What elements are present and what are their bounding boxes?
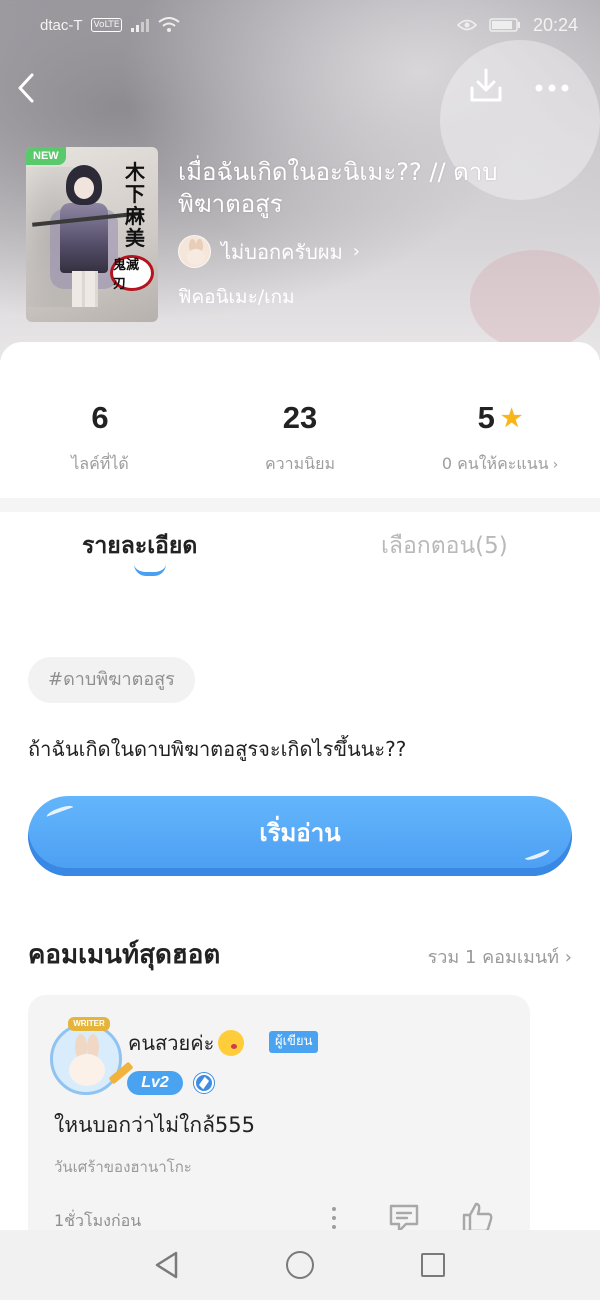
cover-figure (74, 177, 94, 199)
popularity-count: 23 (282, 400, 318, 435)
button-shine (45, 803, 75, 821)
tab-chapters[interactable]: เลือกตอน(5) (381, 528, 508, 564)
background-blur (470, 250, 600, 350)
tab-detail[interactable]: รายละเอียด (82, 528, 197, 564)
author-link[interactable]: ไม่บอกครับผม › (178, 235, 360, 268)
section-divider (0, 498, 600, 512)
rating-count-label: 0 คนให้คะแนน (441, 454, 549, 473)
signal-icon (131, 19, 150, 32)
clock: 20:24 (532, 14, 578, 35)
system-recents-icon[interactable] (421, 1253, 445, 1277)
stat-rating[interactable]: 5 ★ 0 คนให้คะแนน › (410, 400, 590, 498)
new-badge: NEW (26, 147, 66, 165)
download-icon[interactable] (466, 66, 506, 106)
novel-description: ถ้าฉันเกิดในดาบพิฆาตอสูรจะเกิดไรขึ้นนะ?? (28, 737, 407, 761)
writer-ribbon: WRITER (68, 1017, 110, 1031)
novel-title: เมื่อฉันเกิดในอะนิเมะ?? // ดาบพิฆาตอสูร (178, 158, 498, 218)
system-back-icon[interactable] (152, 1250, 182, 1280)
cover-figure (72, 271, 98, 307)
commenter-name-row: คนสวยค่ะ (128, 1027, 245, 1059)
back-arrow-icon[interactable] (10, 70, 46, 106)
verified-icon (194, 1073, 214, 1093)
comment-more-icon[interactable] (328, 1203, 340, 1233)
start-reading-button[interactable]: เริ่มอ่าน (28, 796, 572, 876)
status-bar: dtac-T VoLTE 20:24 (0, 0, 600, 50)
wifi-icon (158, 17, 181, 32)
comment-card[interactable]: WRITER คนสวยค่ะ ผู้เขียน Lv2 ใหนบอกว่าไม… (28, 995, 530, 1245)
author-name: ไม่บอกครับผม (221, 239, 343, 264)
start-reading-label: เริ่มอ่าน (259, 819, 341, 847)
popularity-label: ความนิยม (264, 454, 336, 473)
hashtag-chip[interactable]: #ดาบพิฆาตอสูร (28, 657, 195, 703)
comment-text: ใหนบอกว่าไม่ใกล้555 (54, 1113, 256, 1137)
active-tab-indicator (134, 564, 166, 576)
hot-comments-title: คอมเมนท์สุดฮอต (28, 940, 221, 970)
system-home-icon[interactable] (286, 1251, 314, 1279)
stats-panel: 6 ไลค์ที่ได้ 23 ความนิยม 5 ★ 0 คนให้คะแน… (0, 342, 600, 498)
cover-logo: 鬼滅刃 (110, 255, 154, 292)
cover-figure (60, 203, 108, 273)
commenter-name: คนสวยค่ะ (128, 1031, 215, 1055)
novel-category[interactable]: ฟิคอนิเมะ/เกม (178, 282, 295, 312)
status-right: 20:24 (456, 14, 578, 36)
chevron-right-icon: › (352, 241, 360, 262)
author-badge: ผู้เขียน (269, 1031, 319, 1053)
button-shine (523, 845, 551, 863)
reply-icon[interactable] (388, 1203, 420, 1233)
likes-count: 6 (91, 400, 109, 435)
comment-novel-title[interactable]: วันเศร้าของฮานาโกะ (54, 1155, 192, 1179)
cover-kanji: 木下麻美 (125, 160, 145, 250)
level-badge: Lv2 (127, 1071, 183, 1095)
eye-icon (456, 19, 477, 31)
like-icon[interactable] (460, 1201, 494, 1233)
battery-icon (489, 18, 520, 32)
all-comments-link[interactable]: รวม 1 คอมเมนท์ › (428, 942, 572, 971)
star-icon: ★ (500, 404, 523, 432)
stat-popularity: 23 ความนิยม (210, 400, 390, 498)
volte-badge: VoLTE (90, 18, 123, 32)
stat-likes: 6 ไลค์ที่ได้ (10, 400, 190, 498)
kiss-emoji-icon (218, 1030, 245, 1056)
author-avatar (178, 235, 211, 268)
chevron-right-icon: › (552, 457, 559, 473)
status-left: dtac-T VoLTE (40, 16, 181, 34)
commenter-avatar[interactable] (50, 1023, 122, 1095)
carrier-name: dtac-T (40, 16, 83, 34)
likes-label: ไลค์ที่ได้ (71, 454, 129, 473)
rating-value: 5 (477, 400, 495, 435)
comments-total: รวม 1 คอมเมนท์ (427, 947, 560, 968)
chevron-right-icon: › (564, 947, 572, 968)
more-icon[interactable] (532, 70, 572, 106)
book-cover[interactable]: 木下麻美 鬼滅刃 (26, 147, 158, 322)
